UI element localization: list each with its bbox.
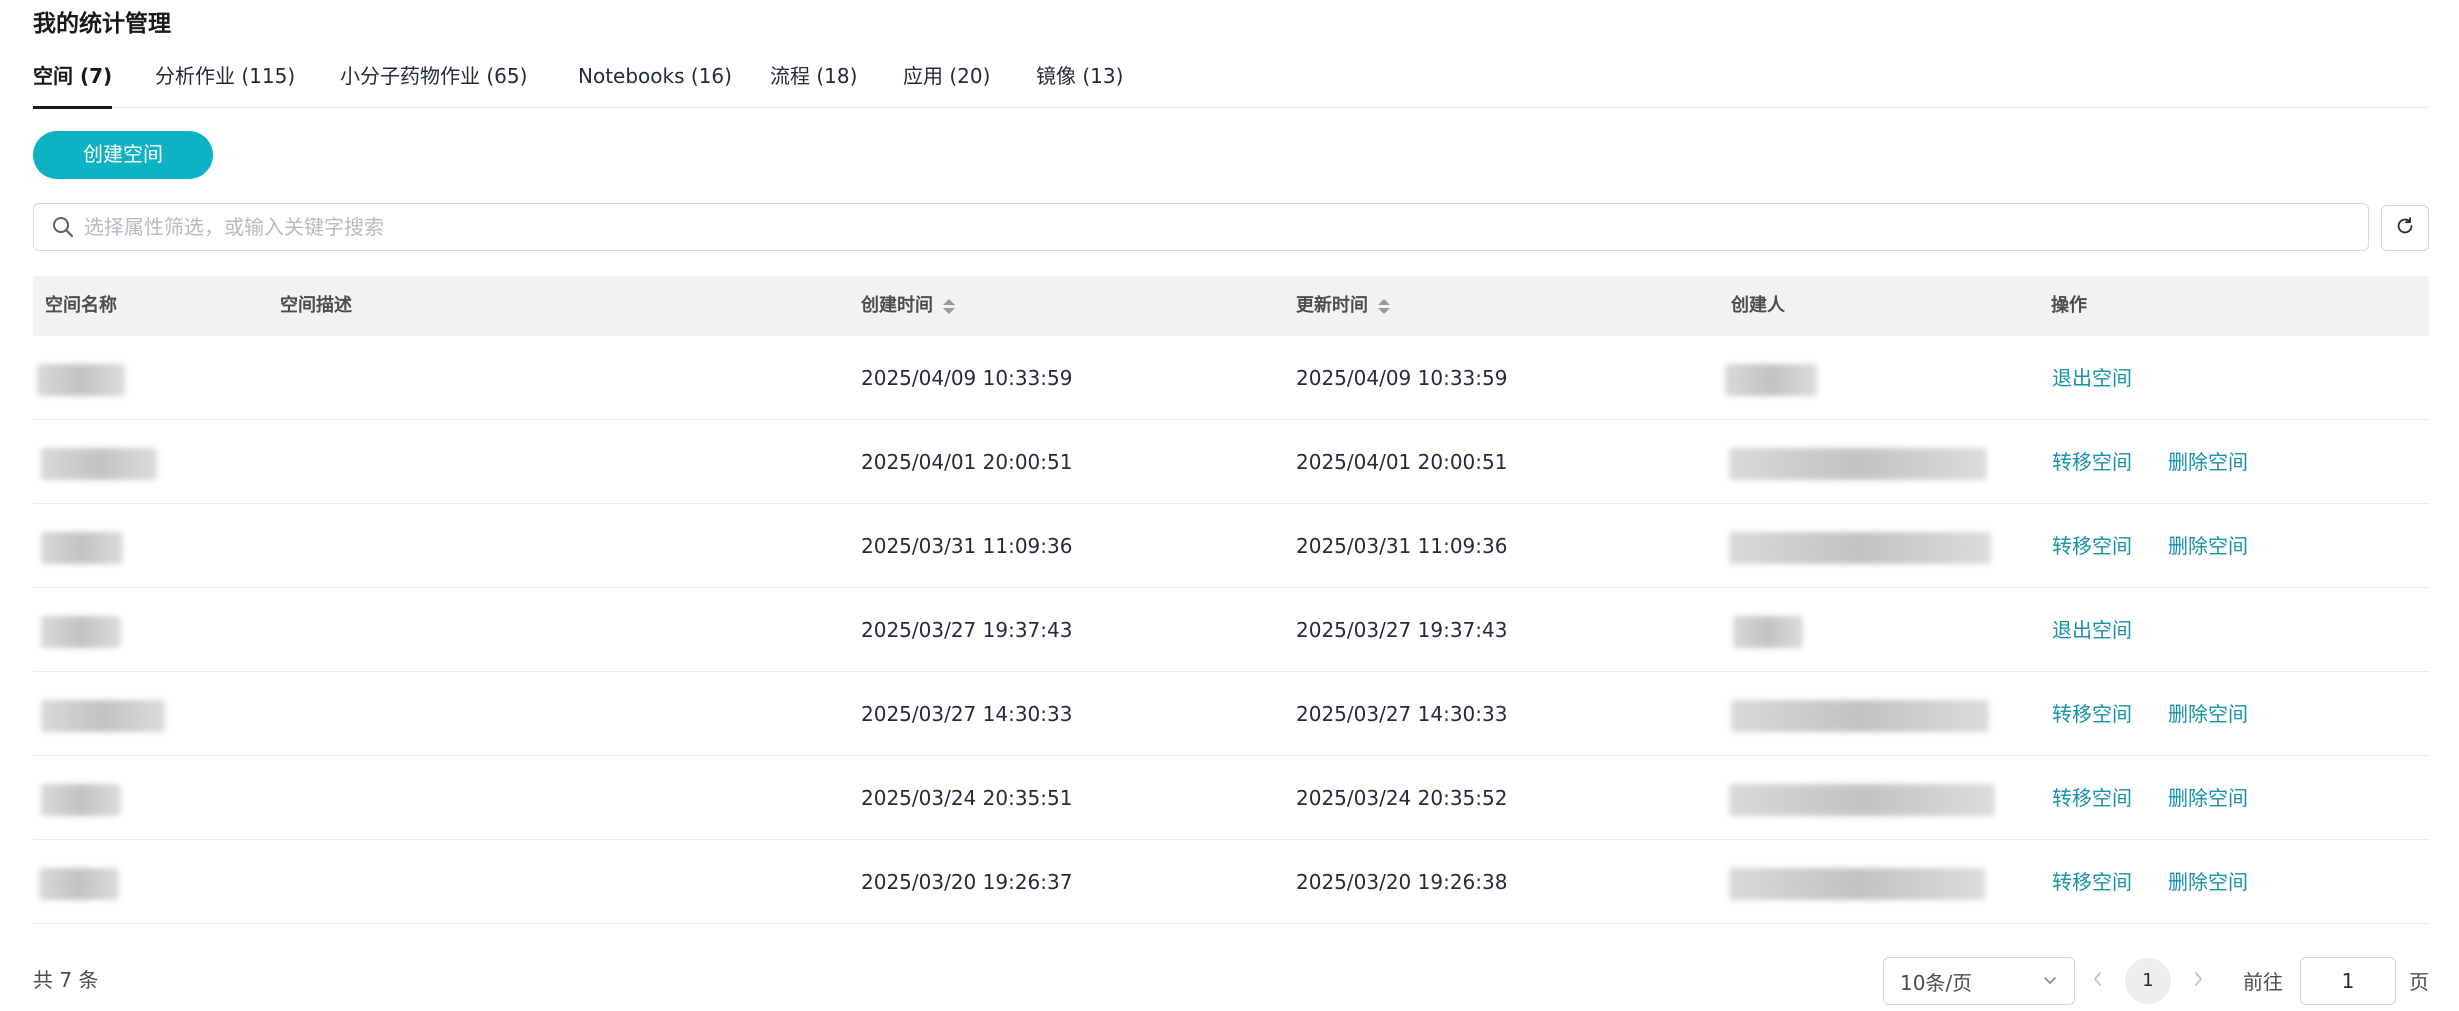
chevron-right-icon [2191,970,2205,992]
chevron-left-icon [2091,970,2105,992]
transfer-space-link[interactable]: 转移空间 [2052,756,2132,840]
table-row: 2025/03/24 20:35:51 2025/03/24 20:35:52 … [33,756,2429,840]
tab-spaces[interactable]: 空间 (7) [33,58,113,109]
created-time: 2025/03/27 14:30:33 [861,702,1073,726]
transfer-space-link[interactable]: 转移空间 [2052,840,2132,924]
updated-time: 2025/03/27 14:30:33 [1296,702,1508,726]
table-row: 2025/03/27 19:37:43 2025/03/27 19:37:43 … [33,588,2429,672]
redacted-name [37,364,125,396]
redacted-creator [1729,532,1991,564]
tab-workflows[interactable]: 流程 (18) [770,58,857,108]
tab-apps[interactable]: 应用 (20) [903,58,990,108]
page-title: 我的统计管理 [33,11,171,37]
transfer-space-link[interactable]: 转移空间 [2052,672,2132,756]
redacted-name [41,784,121,816]
search-input[interactable] [84,215,2368,239]
redacted-name [41,700,165,732]
redacted-creator [1729,868,1985,900]
tab-images[interactable]: 镜像 (13) [1036,58,1123,108]
created-time: 2025/03/20 19:26:37 [861,870,1073,894]
total-count: 共 7 条 [33,968,99,992]
transfer-space-link[interactable]: 转移空间 [2052,420,2132,504]
column-header-description: 空间描述 [280,295,352,316]
redacted-creator [1731,700,1989,732]
created-time: 2025/03/24 20:35:51 [861,786,1073,810]
redacted-name [39,868,119,900]
updated-time: 2025/03/24 20:35:52 [1296,786,1508,810]
refresh-button[interactable] [2381,205,2429,251]
column-header-name: 空间名称 [45,295,117,316]
goto-suffix: 页 [2409,970,2429,994]
redacted-name [41,448,157,480]
table-row: 2025/04/09 10:33:59 2025/04/09 10:33:59 … [33,336,2429,420]
table-row: 2025/03/31 11:09:36 2025/03/31 11:09:36 … [33,504,2429,588]
created-time: 2025/04/09 10:33:59 [861,366,1073,390]
prev-page-button[interactable] [2086,964,2110,998]
updated-time: 2025/03/31 11:09:36 [1296,534,1508,558]
updated-time: 2025/03/20 19:26:38 [1296,870,1508,894]
redacted-name [41,532,123,564]
goto-prefix: 前往 [2243,970,2283,994]
redacted-creator [1729,448,1987,480]
next-page-button[interactable] [2186,964,2210,998]
created-time: 2025/03/27 19:37:43 [861,618,1073,642]
transfer-space-link[interactable]: 转移空间 [2052,504,2132,588]
sort-icon[interactable] [1378,298,1390,314]
redacted-creator [1725,364,1817,396]
tab-notebooks[interactable]: Notebooks (16) [578,58,732,108]
page-number-1[interactable]: 1 [2125,958,2171,1004]
refresh-icon [2394,215,2416,241]
redacted-creator [1733,616,1803,648]
column-header-created[interactable]: 创建时间 [861,276,955,336]
sort-icon[interactable] [943,298,955,314]
updated-time: 2025/04/01 20:00:51 [1296,450,1508,474]
tab-small-molecule-jobs[interactable]: 小分子药物作业 (65) [340,58,527,108]
updated-time: 2025/03/27 19:37:43 [1296,618,1508,642]
page-size-select[interactable]: 10条/页 [1883,957,2075,1005]
created-time: 2025/04/01 20:00:51 [861,450,1073,474]
created-time: 2025/03/31 11:09:36 [861,534,1073,558]
tab-bar: 空间 (7) 分析作业 (115) 小分子药物作业 (65) Notebooks… [33,58,2429,109]
delete-space-link[interactable]: 删除空间 [2168,756,2248,840]
page-size-value: 10条/页 [1900,970,1973,995]
updated-time: 2025/04/09 10:33:59 [1296,366,1508,390]
table-row: 2025/04/01 20:00:51 2025/04/01 20:00:51 … [33,420,2429,504]
goto-page-input[interactable] [2300,957,2396,1005]
exit-space-link[interactable]: 退出空间 [2052,336,2132,420]
spaces-table: 空间名称 空间描述 创建时间 更新时间 创建人 操作 2025/04/09 10… [33,276,2429,924]
table-row: 2025/03/27 14:30:33 2025/03/27 14:30:33 … [33,672,2429,756]
delete-space-link[interactable]: 删除空间 [2168,840,2248,924]
chevron-down-icon [2042,969,2058,993]
exit-space-link[interactable]: 退出空间 [2052,588,2132,672]
delete-space-link[interactable]: 删除空间 [2168,420,2248,504]
column-header-updated[interactable]: 更新时间 [1296,276,1390,336]
delete-space-link[interactable]: 删除空间 [2168,504,2248,588]
create-space-button[interactable]: 创建空间 [33,131,213,179]
search-icon [50,214,76,240]
column-header-creator: 创建人 [1731,295,1785,316]
redacted-creator [1729,784,1995,816]
column-header-actions: 操作 [2051,295,2087,316]
tab-analysis-jobs[interactable]: 分析作业 (115) [155,58,295,108]
table-row: 2025/03/20 19:26:37 2025/03/20 19:26:38 … [33,840,2429,924]
table-header: 空间名称 空间描述 创建时间 更新时间 创建人 操作 [33,276,2429,336]
redacted-name [41,616,121,648]
delete-space-link[interactable]: 删除空间 [2168,672,2248,756]
search-bar[interactable] [33,203,2369,251]
